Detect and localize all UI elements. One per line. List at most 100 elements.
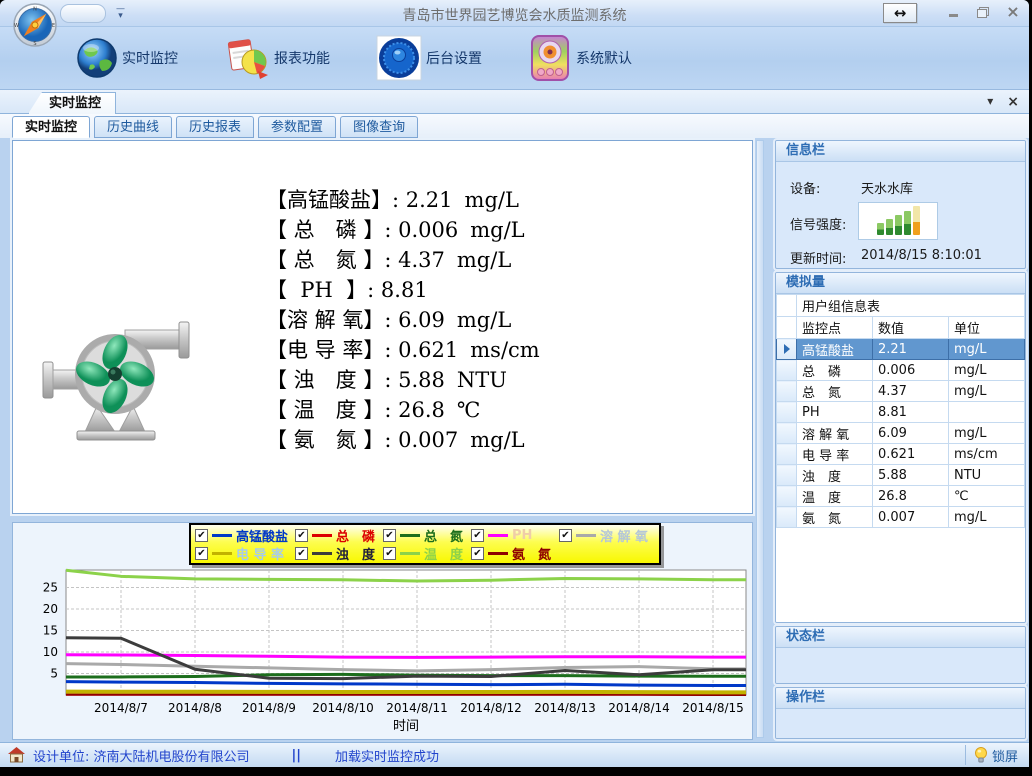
legend-item[interactable]: ✔电 导 率 [195,544,295,563]
legend-checkbox[interactable]: ✔ [295,547,308,560]
table-row-dissolved-oxygen[interactable]: 溶 解 氧 6.09 mg/L [777,423,1025,444]
device-label: 设备: [790,178,820,197]
legend-line-swatch [488,552,508,555]
ribbon-button-label: 实时监控 [122,48,178,68]
document-tab-realtime[interactable]: 实时监控 [28,92,116,114]
compass-icon: N S W E [12,2,58,48]
svg-text:2014/8/13: 2014/8/13 [534,701,596,715]
ribbon-button-label: 系统默认 [576,48,632,68]
reading-temperature: 【 温 度 】: 26.8℃ [266,395,540,425]
table-header-row: 监控点 数值 单位 [777,317,1025,339]
legend-item[interactable]: ✔ 高锰酸盐 [195,526,295,545]
update-time-value: 2014/8/15 8:10:01 [861,248,982,263]
legend-line-swatch [312,534,332,537]
table-row-total-phosphorus[interactable]: 总 磷 0.006 mg/L [777,360,1025,381]
legend-item[interactable]: ✔ 浊 度 [295,544,383,563]
legend-line-swatch [400,534,420,537]
resize-toggle-button[interactable]: ↔ [883,3,917,23]
table-row-conductivity[interactable]: 电 导 率 0.621 ms/cm [777,444,1025,465]
column-header-value[interactable]: 数值 [873,317,949,339]
reading-conductivity: 【电 导 率】: 0.621ms/cm [266,335,540,365]
status-panel-header[interactable]: 状态栏 [776,627,1025,648]
legend-item[interactable]: ✔ 溶 解 氧 [559,526,647,545]
window-title: 青岛市世界园艺博览会水质监测系统 [0,5,1029,25]
legend-checkbox[interactable]: ✔ [295,529,308,542]
legend-line-swatch [212,534,232,537]
tab-realtime-monitor[interactable]: 实时监控 [12,116,90,138]
system-default-icon [528,35,572,81]
table-title-row: 用户组信息表 [777,295,1025,317]
legend-line-swatch [312,552,332,555]
svg-text:2014/8/11: 2014/8/11 [386,701,448,715]
tab-image-query[interactable]: 图像查询 [340,116,418,138]
legend-item[interactable]: ✔ PH [471,528,559,543]
backend-settings-icon [376,35,422,81]
table-row-ph[interactable]: PH 8.81 [777,402,1025,423]
reading-turbidity: 【 浊 度 】: 5.88NTU [266,365,540,395]
legend-checkbox[interactable]: ✔ [383,547,396,560]
lock-screen-label: 锁屏 [992,746,1018,765]
operation-panel-body [776,709,1025,739]
legend-item[interactable]: ✔氨 氮 [471,544,559,563]
svg-text:5: 5 [50,667,58,681]
legend-checkbox[interactable]: ✔ [195,547,208,560]
minimize-icon [949,14,958,17]
restore-button[interactable] [975,5,991,19]
legend-label: PH [512,528,532,543]
operation-panel-header[interactable]: 操作栏 [776,688,1025,709]
legend-label: 总 磷 [336,526,375,545]
tab-history-report[interactable]: 历史报表 [176,116,254,138]
app-menu-button[interactable]: N S W E [12,2,58,52]
table-title: 用户组信息表 [797,295,1025,317]
tab-list-dropdown-icon[interactable]: ▾ [987,94,993,110]
ribbon-button-realtime-monitor[interactable]: 实时监控 [70,34,184,82]
live-readings-panel: 【高锰酸盐】: 2.21mg/L 【 总 磷 】: 0.006mg/L 【 总 … [12,140,753,514]
table-row-temperature[interactable]: 温 度 26.8 ℃ [777,486,1025,507]
row-selector-arrow-icon [784,344,790,354]
legend-checkbox[interactable]: ✔ [471,547,484,560]
legend-item[interactable]: ✔总 氮 [383,526,471,545]
legend-checkbox[interactable]: ✔ [471,529,484,542]
lock-screen-button[interactable]: 锁屏 [965,745,1027,765]
column-header-point[interactable]: 监控点 [797,317,873,339]
table-row-ammonia-nitrogen[interactable]: 氨 氮 0.007 mg/L [777,507,1025,528]
close-button[interactable]: × [1005,5,1021,19]
column-header-unit[interactable]: 单位 [949,317,1025,339]
device-value: 天水水库 [861,178,913,197]
svg-text:2014/8/8: 2014/8/8 [168,701,222,715]
legend-checkbox[interactable]: ✔ [383,529,396,542]
legend-checkbox[interactable]: ✔ [559,529,572,542]
table-row-turbidity[interactable]: 浊 度 5.88 NTU [777,465,1025,486]
legend-line-swatch [400,552,420,555]
legend-line-swatch [212,552,232,555]
tab-close-icon[interactable]: × [1007,94,1019,110]
report-icon [224,37,270,79]
legend-item[interactable]: ✔温 度 [383,544,471,563]
reading-dissolved-oxygen: 【溶 解 氧】: 6.09mg/L [266,305,540,335]
ribbon-button-reports[interactable]: 报表功能 [218,34,336,82]
analog-panel-header[interactable]: 模拟量 [776,273,1025,294]
legend-item[interactable]: ✔ 总 磷 [295,526,383,545]
legend-label: 浊 度 [336,544,375,563]
legend-checkbox[interactable]: ✔ [195,529,208,542]
vertical-splitter[interactable] [756,140,764,738]
legend-label: 溶 解 氧 [600,526,648,545]
svg-text:2014/8/14: 2014/8/14 [608,701,670,715]
legend-label: 高锰酸盐 [236,526,288,545]
status-message: 加载实时监控成功 [335,746,439,765]
tab-history-curve[interactable]: 历史曲线 [94,116,172,138]
svg-text:时间: 时间 [393,719,419,734]
ribbon-button-system-default[interactable]: 系统默认 [522,32,638,84]
svg-text:2014/8/7: 2014/8/7 [94,701,148,715]
info-panel-header[interactable]: 信息栏 [776,141,1025,162]
table-row-total-nitrogen[interactable]: 总 氮 4.37 mg/L [777,381,1025,402]
tab-parameter-config[interactable]: 参数配置 [258,116,336,138]
ribbon-button-backend-settings[interactable]: 后台设置 [370,32,488,84]
title-bar: —▾ 青岛市世界园艺博览会水质监测系统 ↔ × [0,0,1029,27]
chart-legend: ✔高锰酸盐✔总 磷✔总 氮✔PH✔溶 解 氧✔电 导 率✔浊 度✔温 度✔氨 氮 [189,523,661,565]
minimize-button[interactable] [945,5,961,19]
svg-text:2014/8/9: 2014/8/9 [242,701,296,715]
table-row-permanganate[interactable]: 高锰酸盐 2.21 mg/L [777,339,1025,360]
info-panel: 信息栏 设备: 天水水库 信号强度: 更新时间: 2014/8/15 8:10:… [775,140,1026,269]
analog-panel: 模拟量 用户组信息表 监控点 数值 单位 高锰酸盐 [775,272,1026,623]
